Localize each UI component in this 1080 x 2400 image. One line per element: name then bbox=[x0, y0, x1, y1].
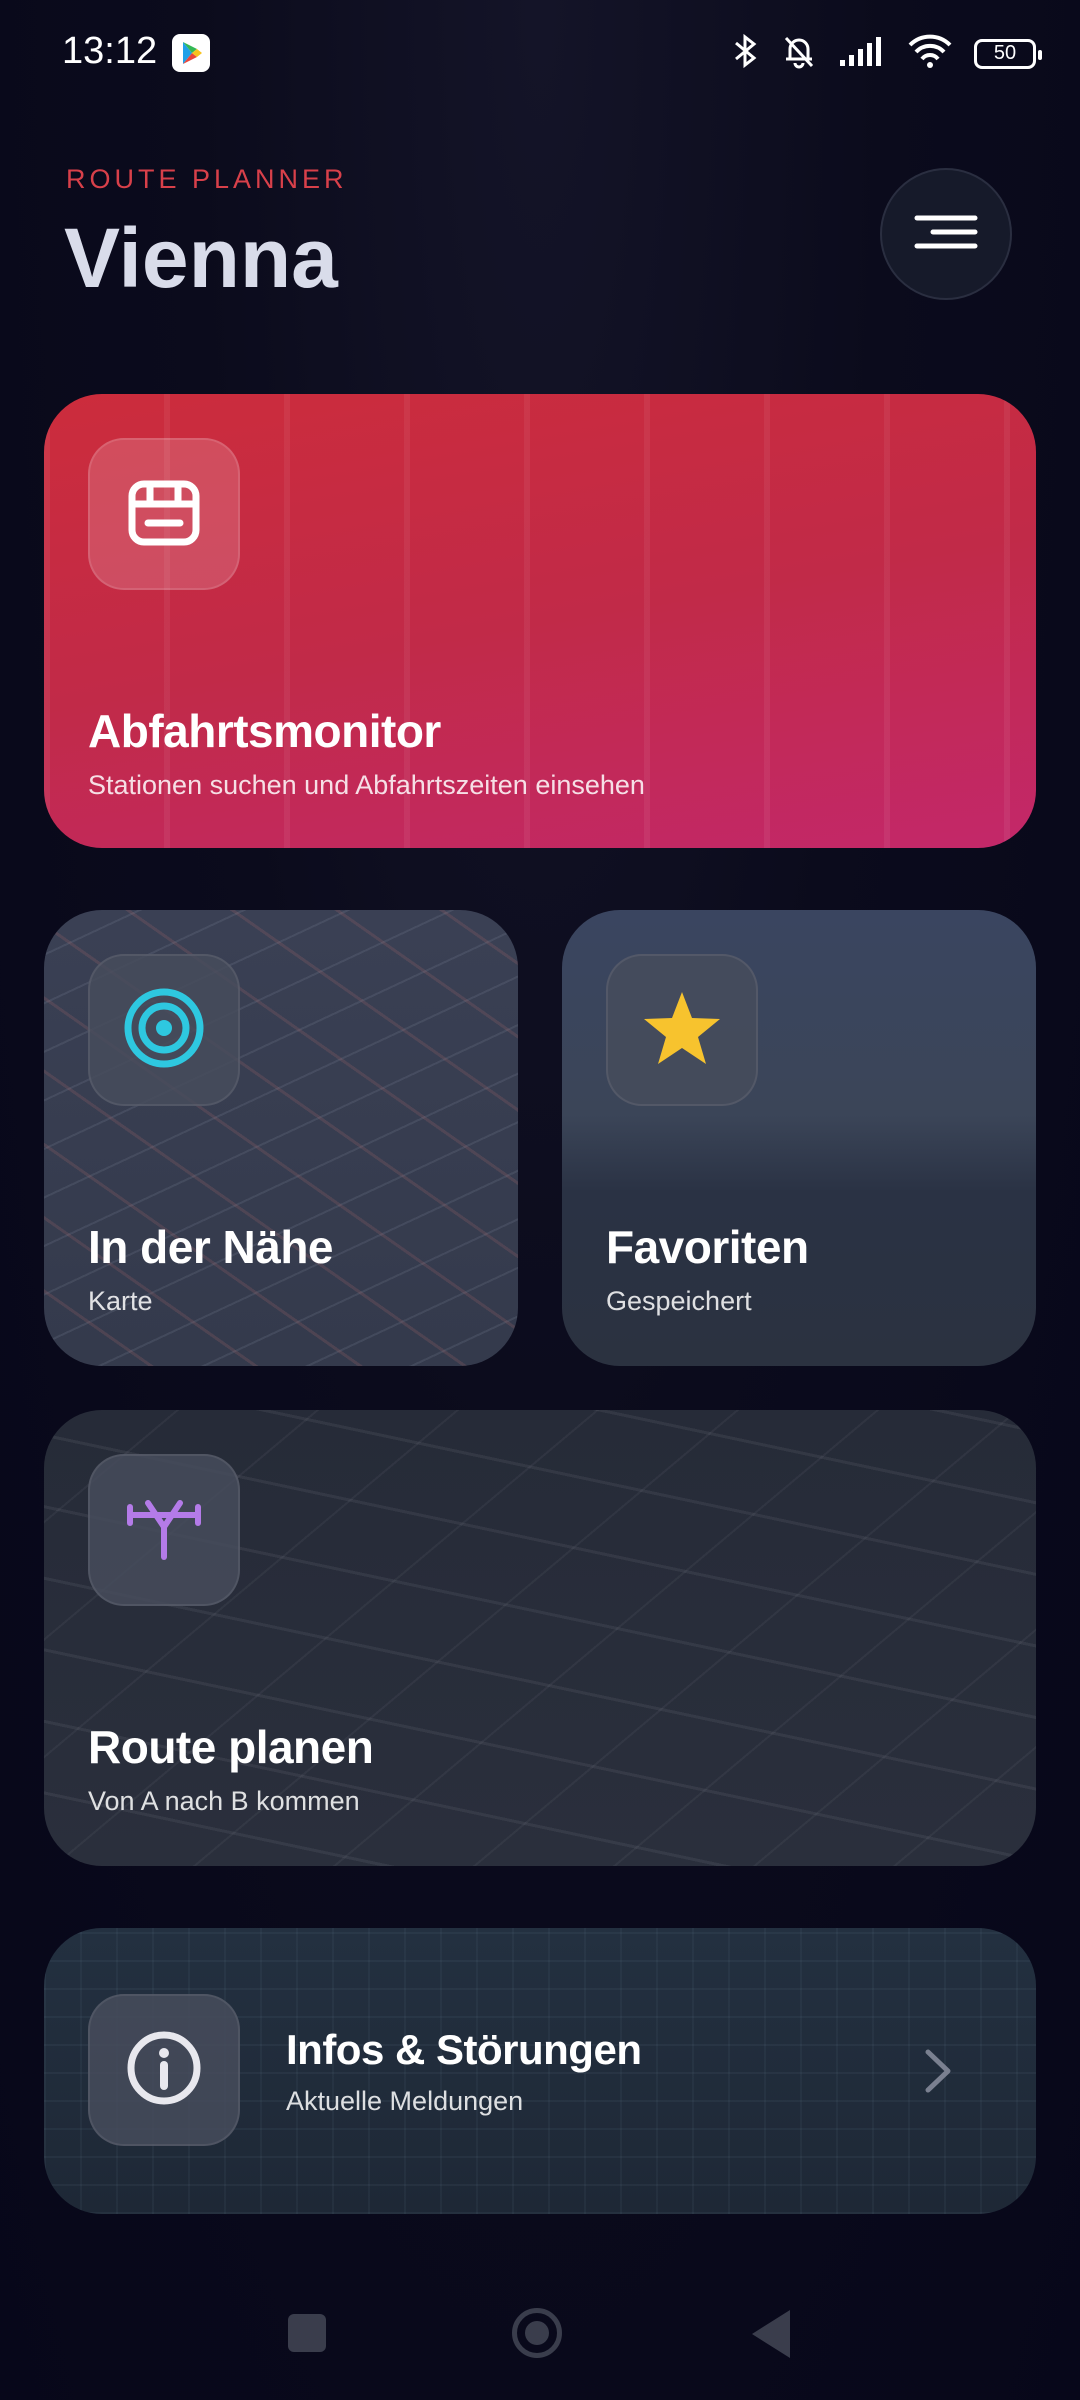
signal-icon bbox=[838, 34, 886, 73]
page-title: Vienna bbox=[64, 211, 338, 305]
favorites-icon-tile bbox=[606, 954, 758, 1106]
info-icon-tile bbox=[88, 1994, 240, 2146]
favorites-subtitle: Gespeichert bbox=[606, 1286, 752, 1316]
nearby-card[interactable]: In der Nähe Karte bbox=[44, 910, 518, 1366]
route-icon-tile bbox=[88, 1454, 240, 1606]
info-icon bbox=[124, 2028, 204, 2113]
info-title: Infos & Störungen bbox=[286, 2026, 642, 2073]
nearby-icon-tile bbox=[88, 954, 240, 1106]
route-card[interactable]: Route planen Von A nach B kommen bbox=[44, 1410, 1036, 1866]
favorites-title: Favoriten bbox=[606, 1221, 809, 1273]
app-eyebrow: ROUTE PLANNER bbox=[66, 164, 348, 194]
route-title: Route planen bbox=[88, 1721, 374, 1773]
departures-icon-tile bbox=[88, 438, 240, 590]
home-icon[interactable] bbox=[512, 2308, 562, 2358]
google-play-icon bbox=[172, 34, 210, 72]
route-split-icon bbox=[122, 1493, 206, 1568]
departures-subtitle: Stationen suchen und Abfahrtszeiten eins… bbox=[88, 770, 645, 800]
bluetooth-icon bbox=[730, 32, 760, 75]
back-icon[interactable] bbox=[752, 2310, 790, 2358]
departures-card[interactable]: Abfahrtsmonitor Stationen suchen und Abf… bbox=[44, 394, 1036, 848]
favorites-card[interactable]: Favoriten Gespeichert bbox=[562, 910, 1036, 1366]
route-subtitle: Von A nach B kommen bbox=[88, 1786, 360, 1816]
star-icon bbox=[640, 988, 724, 1073]
nearby-title: In der Nähe bbox=[88, 1221, 334, 1273]
target-icon bbox=[122, 986, 206, 1075]
system-nav-bar bbox=[0, 2290, 1080, 2380]
chevron-right-icon bbox=[920, 2046, 956, 2101]
battery-icon: 50 bbox=[974, 38, 1042, 69]
info-subtitle: Aktuelle Meldungen bbox=[286, 2086, 524, 2116]
departures-title: Abfahrtsmonitor bbox=[88, 705, 441, 757]
info-card[interactable]: Infos & Störungen Aktuelle Meldungen bbox=[44, 1928, 1036, 2214]
nearby-subtitle: Karte bbox=[88, 1286, 153, 1316]
status-time: 13:12 bbox=[62, 30, 158, 72]
calendar-board-icon bbox=[126, 474, 202, 555]
recent-apps-icon[interactable] bbox=[288, 2314, 326, 2352]
menu-button[interactable] bbox=[880, 168, 1012, 300]
wifi-icon bbox=[906, 33, 954, 74]
bell-off-icon bbox=[780, 32, 818, 75]
status-bar: 13:12 50 bbox=[0, 0, 1080, 110]
battery-level: 50 bbox=[993, 42, 1017, 64]
menu-icon bbox=[911, 212, 981, 257]
